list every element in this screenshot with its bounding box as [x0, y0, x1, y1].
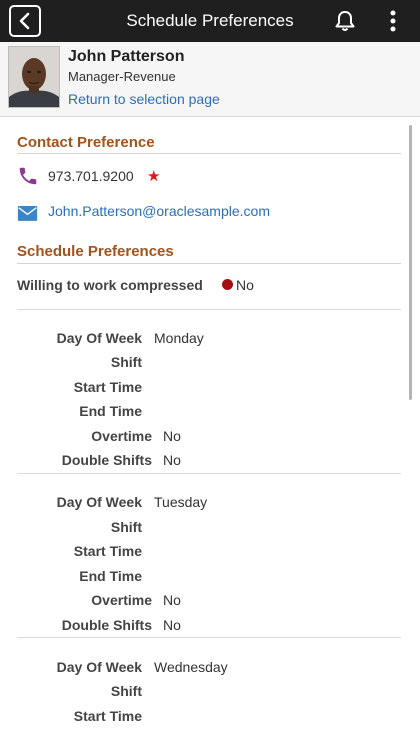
overtime-value: No — [163, 428, 181, 444]
status-indicator-icon — [222, 279, 233, 290]
compressed-value: No — [236, 277, 254, 293]
bell-icon — [335, 11, 355, 31]
overtime-label: Overtime — [91, 592, 152, 608]
double-shifts-value: No — [163, 452, 181, 468]
double-shifts-label: Double Shifts — [61, 452, 152, 468]
section-divider — [17, 263, 401, 264]
overtime-value: No — [163, 592, 181, 608]
day-of-week-label: Day Of Week — [56, 494, 142, 510]
double-shifts-value: No — [163, 617, 181, 633]
day-of-week-value: Tuesday — [154, 494, 208, 510]
overtime-label: Overtime — [91, 428, 152, 444]
row-divider — [17, 309, 401, 310]
return-to-selection-link[interactable]: Return to selection page — [68, 91, 220, 107]
page-title: Schedule Preferences — [126, 11, 294, 30]
day-of-week-label: Day Of Week — [56, 659, 142, 675]
employee-role: Manager-Revenue — [68, 69, 176, 84]
main-content: Contact Preference 973.701.9200 ★ John.P… — [0, 117, 420, 733]
email-link[interactable]: John.Patterson@oraclesample.com — [48, 203, 270, 219]
actions-menu-button[interactable] — [385, 9, 401, 33]
compressed-label: Willing to work compressed — [17, 277, 203, 293]
preferred-star-icon: ★ — [147, 168, 161, 185]
contact-preference-heading: Contact Preference — [17, 134, 155, 151]
row-divider — [17, 473, 401, 474]
schedule-preferences-heading: Schedule Preferences — [17, 243, 174, 260]
notifications-button[interactable] — [333, 9, 357, 33]
row-divider — [17, 637, 401, 638]
shift-label: Shift — [110, 354, 142, 370]
start-time-label: Start Time — [73, 379, 142, 395]
start-time-label: Start Time — [73, 543, 142, 559]
end-time-label: End Time — [79, 568, 142, 584]
day-of-week-value: Monday — [154, 330, 204, 346]
shift-label: Shift — [110, 683, 142, 699]
avatar — [8, 46, 60, 108]
kebab-menu-icon — [390, 10, 396, 32]
start-time-label: Start Time — [73, 708, 142, 724]
shift-label: Shift — [110, 519, 142, 535]
employee-banner: John Patterson Manager-Revenue Return to… — [0, 42, 420, 117]
section-divider — [17, 153, 401, 154]
scrollbar[interactable] — [409, 125, 412, 400]
email-icon — [17, 206, 38, 221]
day-of-week-value: Wednesday — [154, 659, 228, 675]
phone-number: 973.701.9200 — [48, 168, 134, 184]
day-of-week-label: Day Of Week — [56, 330, 142, 346]
app-header: Schedule Preferences — [0, 0, 420, 42]
end-time-label: End Time — [79, 403, 142, 419]
employee-name: John Patterson — [68, 48, 185, 65]
phone-icon — [19, 167, 37, 185]
double-shifts-label: Double Shifts — [61, 617, 152, 633]
